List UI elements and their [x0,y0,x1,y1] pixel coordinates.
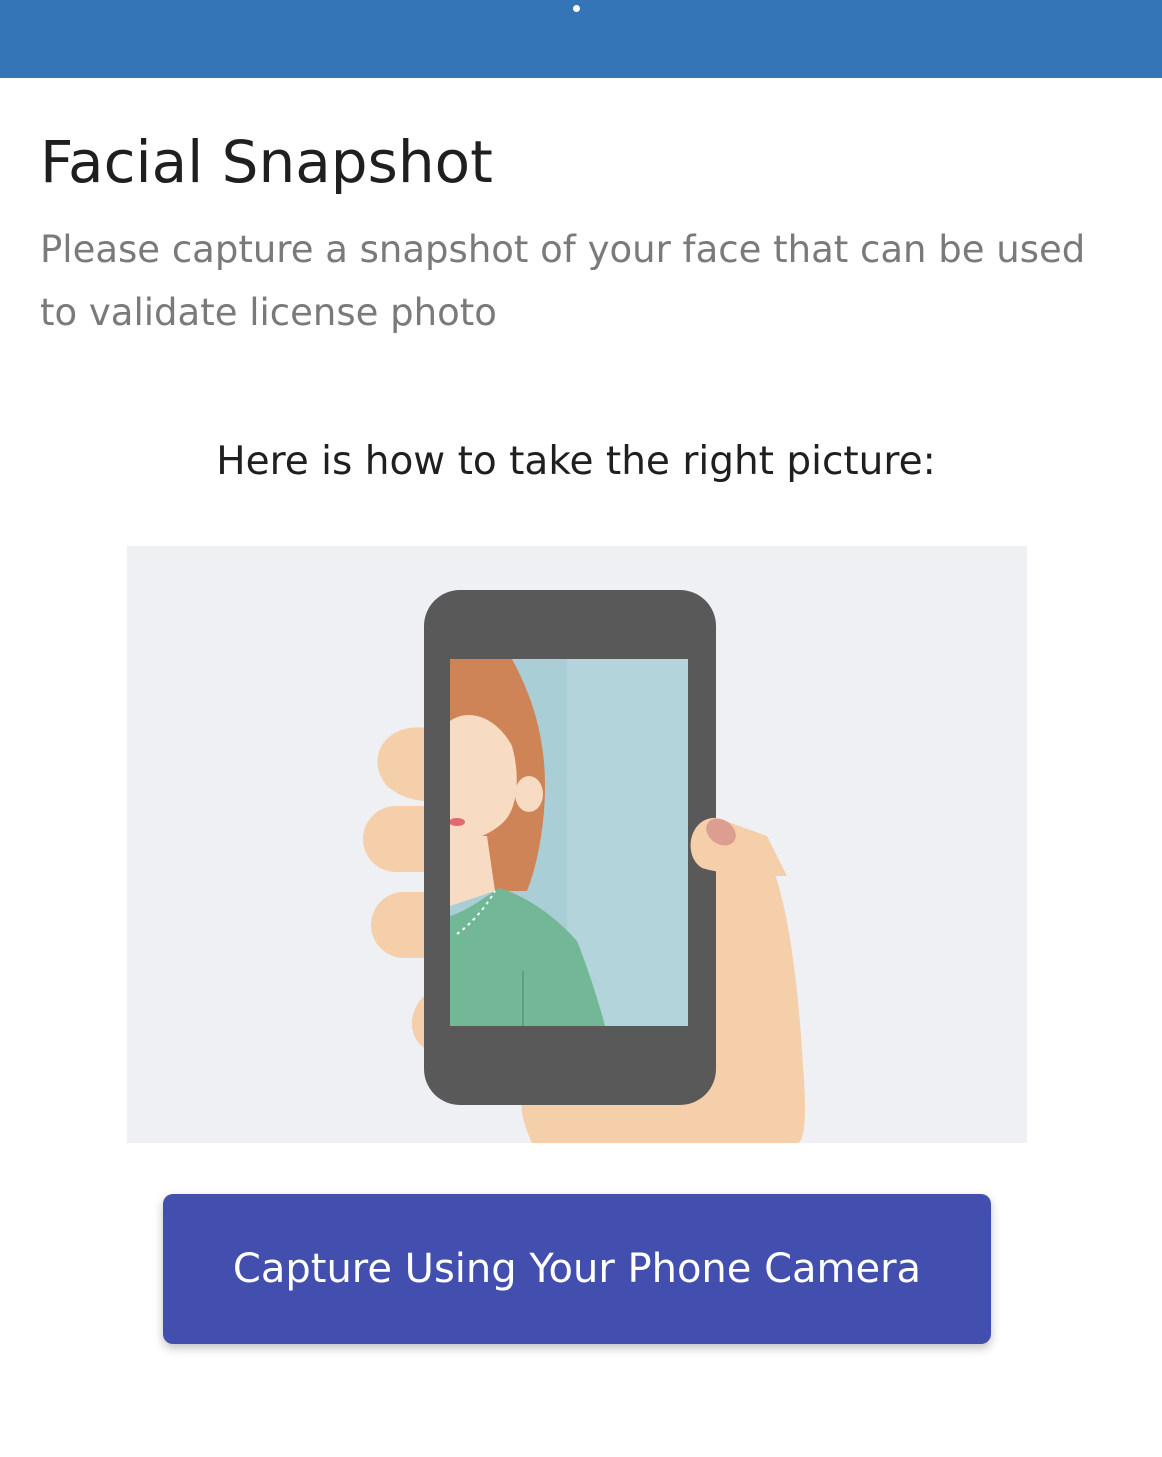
top-app-bar [0,0,1162,78]
page-subtitle: Please capture a snapshot of your face t… [40,228,1086,334]
page-title: Facial Snapshot [40,128,493,196]
status-dot-icon [573,5,580,12]
thumb [690,817,787,876]
howto-heading: Here is how to take the right picture: [216,439,936,484]
selfie-instruction-illustration [127,546,1027,1143]
hand-holding-phone-selfie-icon [363,590,805,1143]
phone-screen [450,659,688,1026]
facial-snapshot-page: Facial Snapshot Please capture a snapsho… [0,0,1162,1457]
capture-with-phone-camera-button[interactable]: Capture Using Your Phone Camera [163,1194,991,1344]
